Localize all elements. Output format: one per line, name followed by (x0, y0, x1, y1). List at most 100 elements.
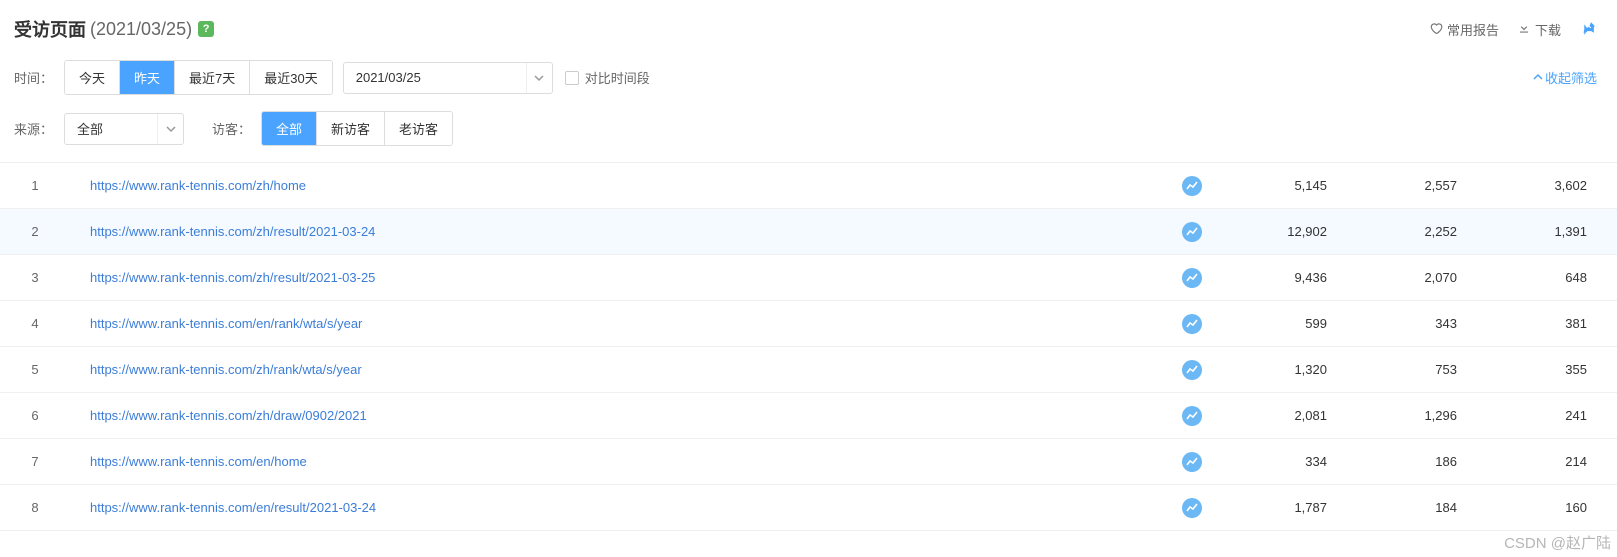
row-index: 2 (0, 224, 70, 239)
compare-label: 对比时间段 (585, 68, 650, 87)
row-url-cell: https://www.rank-tennis.com/en/result/20… (70, 500, 1167, 515)
page-date: (2021/03/25) (90, 19, 192, 40)
chevron-down-icon (157, 114, 183, 144)
trend-icon (1182, 452, 1202, 472)
trend-icon (1182, 360, 1202, 380)
source-select-value: 全部 (65, 119, 157, 138)
row-url-cell: https://www.rank-tennis.com/zh/result/20… (70, 270, 1167, 285)
page-url-link[interactable]: https://www.rank-tennis.com/zh/home (90, 178, 306, 193)
trend-icon (1182, 176, 1202, 196)
page-url-link[interactable]: https://www.rank-tennis.com/en/rank/wta/… (90, 316, 362, 331)
row-col-2: 343 (1347, 316, 1477, 331)
row-index: 8 (0, 500, 70, 515)
row-col-3: 355 (1477, 362, 1607, 377)
row-url-cell: https://www.rank-tennis.com/zh/result/20… (70, 224, 1167, 239)
pin-button[interactable] (1579, 20, 1597, 38)
row-trend[interactable] (1167, 360, 1217, 380)
visitor-option-button[interactable]: 全部 (262, 112, 317, 145)
date-picker-value: 2021/03/25 (344, 70, 526, 85)
row-index: 6 (0, 408, 70, 423)
row-col-1: 599 (1217, 316, 1347, 331)
row-col-1: 5,145 (1217, 178, 1347, 193)
row-trend[interactable] (1167, 268, 1217, 288)
table-row: 3https://www.rank-tennis.com/zh/result/2… (0, 255, 1617, 301)
help-icon[interactable]: ? (198, 21, 214, 37)
page-header: 受访页面 (2021/03/25) ? 常用报告 下载 (0, 0, 1617, 52)
page-url-link[interactable]: https://www.rank-tennis.com/en/home (90, 454, 307, 469)
time-option-button[interactable]: 最近7天 (175, 61, 250, 94)
time-option-button[interactable]: 昨天 (120, 61, 175, 94)
table-row: 8 https://www.rank-tennis.com/en/result/2… (0, 485, 1617, 531)
row-url-cell: https://www.rank-tennis.com/zh/draw/0902… (70, 408, 1167, 423)
row-col-3: 3,602 (1477, 178, 1607, 193)
pages-table: 1 https://www.rank-tennis.com/zh/home 5,14… (0, 162, 1617, 531)
chevron-down-icon (526, 63, 552, 93)
row-url-cell: https://www.rank-tennis.com/zh/rank/wta/… (70, 362, 1167, 377)
row-col-3: 648 (1477, 270, 1607, 285)
row-col-1: 334 (1217, 454, 1347, 469)
date-picker[interactable]: 2021/03/25 (343, 62, 553, 94)
row-col-1: 1,320 (1217, 362, 1347, 377)
page-url-link[interactable]: https://www.rank-tennis.com/en/result/20… (90, 500, 376, 515)
row-col-1: 1,787 (1217, 500, 1347, 515)
watermark: CSDN @赵广陆 (1504, 532, 1611, 553)
trend-icon (1182, 406, 1202, 426)
row-index: 4 (0, 316, 70, 331)
row-col-2: 184 (1347, 500, 1477, 515)
row-index: 7 (0, 454, 70, 469)
row-url-cell: https://www.rank-tennis.com/en/rank/wta/… (70, 316, 1167, 331)
time-option-button[interactable]: 今天 (65, 61, 120, 94)
visitor-option-button[interactable]: 老访客 (385, 112, 452, 145)
page-url-link[interactable]: https://www.rank-tennis.com/zh/draw/0902… (90, 408, 367, 423)
visitor-group: 全部新访客老访客 (261, 111, 453, 146)
row-col-2: 1,296 (1347, 408, 1477, 423)
table-row: 2 https://www.rank-tennis.com/zh/result/2… (0, 209, 1617, 255)
row-index: 1 (0, 178, 70, 193)
page-url-link[interactable]: https://www.rank-tennis.com/zh/result/20… (90, 224, 375, 239)
page-title: 受访页面 (14, 16, 86, 42)
row-col-1: 12,902 (1217, 224, 1347, 239)
row-trend[interactable] (1167, 222, 1217, 242)
time-label: 时间： (14, 68, 64, 87)
row-col-2: 2,070 (1347, 270, 1477, 285)
row-trend[interactable] (1167, 314, 1217, 334)
visitor-option-button[interactable]: 新访客 (317, 112, 385, 145)
collapse-filter-button[interactable]: 收起筛选 (1533, 68, 1597, 87)
row-col-3: 1,391 (1477, 224, 1607, 239)
page-url-link[interactable]: https://www.rank-tennis.com/zh/rank/wta/… (90, 362, 362, 377)
row-col-3: 214 (1477, 454, 1607, 469)
source-select[interactable]: 全部 (64, 113, 184, 145)
table-row: 5 https://www.rank-tennis.com/zh/rank/wta… (0, 347, 1617, 393)
table-row: 6 https://www.rank-tennis.com/zh/draw/090… (0, 393, 1617, 439)
row-col-3: 381 (1477, 316, 1607, 331)
row-col-2: 186 (1347, 454, 1477, 469)
trend-icon (1182, 498, 1202, 518)
favorite-report-button[interactable]: 常用报告 (1429, 20, 1499, 39)
download-button[interactable]: 下载 (1517, 20, 1561, 39)
row-trend[interactable] (1167, 176, 1217, 196)
compare-checkbox[interactable]: 对比时间段 (565, 68, 650, 87)
download-label: 下载 (1535, 20, 1561, 39)
trend-icon (1182, 222, 1202, 242)
row-col-2: 753 (1347, 362, 1477, 377)
collapse-filter-label: 收起筛选 (1545, 68, 1597, 87)
table-row: 7 https://www.rank-tennis.com/en/home 3341… (0, 439, 1617, 485)
row-col-1: 9,436 (1217, 270, 1347, 285)
row-trend[interactable] (1167, 498, 1217, 518)
header-actions: 常用报告 下载 (1429, 20, 1597, 39)
trend-icon (1182, 314, 1202, 334)
heart-icon (1429, 21, 1443, 38)
row-col-3: 241 (1477, 408, 1607, 423)
row-trend[interactable] (1167, 406, 1217, 426)
time-option-button[interactable]: 最近30天 (250, 61, 331, 94)
source-filter-row: 来源： 全部 访客： 全部新访客老访客 (0, 103, 1617, 154)
row-trend[interactable] (1167, 452, 1217, 472)
row-col-2: 2,252 (1347, 224, 1477, 239)
time-filter-row: 时间： 今天昨天最近7天最近30天 2021/03/25 对比时间段 收起筛选 (0, 52, 1617, 103)
page-url-link[interactable]: https://www.rank-tennis.com/zh/result/20… (90, 270, 375, 285)
favorite-report-label: 常用报告 (1447, 20, 1499, 39)
chevron-up-icon (1533, 70, 1543, 85)
table-row: 1 https://www.rank-tennis.com/zh/home 5,14… (0, 163, 1617, 209)
row-index: 5 (0, 362, 70, 377)
source-label: 来源： (14, 119, 64, 138)
